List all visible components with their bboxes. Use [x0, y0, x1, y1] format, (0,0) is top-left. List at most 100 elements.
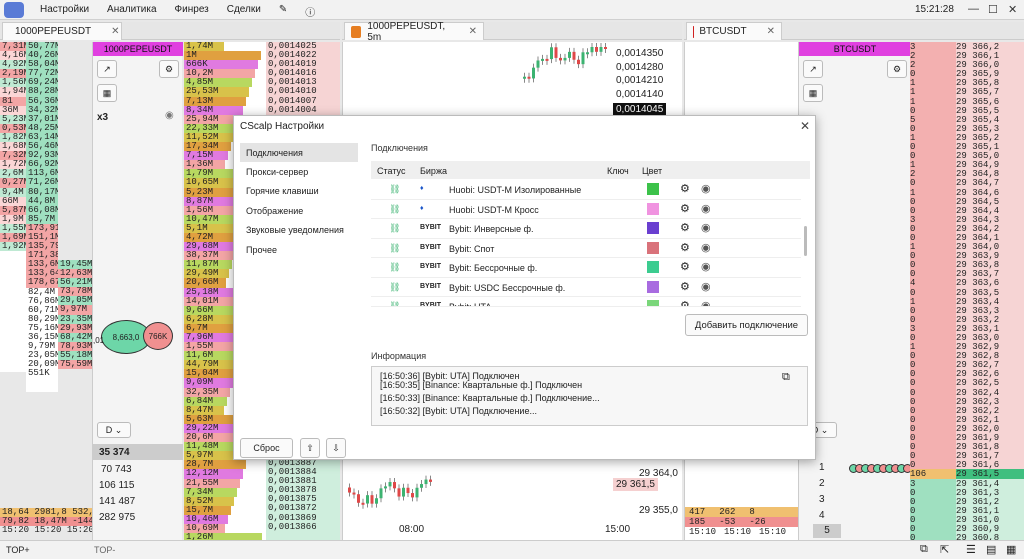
cell: 29 364,4	[956, 205, 1024, 216]
symbol-header: BTCUSDT	[799, 42, 911, 56]
color-swatch[interactable]	[647, 202, 659, 215]
menu-item-settings[interactable]: Настройки	[40, 4, 89, 19]
tab-pepe-5m[interactable]: 1000PEPEUSDT, 5m ✕	[344, 21, 484, 43]
log-line: [16:50:33] [Binance: Квартальные ф.] Под…	[380, 393, 600, 403]
chart-toggle-icon[interactable]: ↗	[803, 60, 823, 78]
level-num[interactable]: 2	[819, 478, 825, 489]
color-swatch[interactable]	[647, 183, 659, 195]
tab-btc[interactable]: BTCUSDT ✕	[686, 22, 782, 40]
connection-row[interactable]: ⛓ BYBIT Bybit: UTA ⚙ ◉	[371, 297, 801, 307]
cell: 0	[910, 269, 956, 279]
tab-pepe[interactable]: 1000PEPEUSDT ✕	[2, 22, 122, 40]
exchange-logo-icon: BYBIT	[420, 282, 441, 290]
volume-row[interactable]: 282 975	[99, 512, 135, 523]
cell: 0	[910, 151, 956, 161]
eye-icon[interactable]: ◉	[701, 280, 711, 293]
export-icon[interactable]: ⇱	[940, 543, 949, 556]
volume-row[interactable]: 141 487	[99, 496, 135, 507]
screenshot-icon[interactable]: ⧉	[920, 543, 928, 556]
color-swatch[interactable]	[647, 222, 659, 234]
connection-row[interactable]: ⛓ ♦ Huobi: USDT-M Изолированные ⚙ ◉	[371, 180, 801, 200]
cell: 29 365,8	[956, 78, 1024, 88]
minimize-icon[interactable]: —	[968, 3, 979, 15]
connection-row[interactable]: ⛓ ♦ Huobi: USDT-M Кросс ⚙ ◉	[371, 200, 801, 219]
nav-sounds[interactable]: Звуковые уведомления	[240, 220, 358, 239]
gear-icon[interactable]: ⚙	[680, 280, 690, 293]
color-swatch[interactable]	[647, 280, 659, 293]
gear-icon[interactable]: ⚙	[680, 241, 690, 254]
menu-item-analytics[interactable]: Аналитика	[107, 4, 157, 19]
top-minus-button[interactable]: TOP-	[94, 545, 115, 555]
close-icon[interactable]: ✕	[800, 119, 810, 133]
nav-connections[interactable]: Подключения	[240, 143, 358, 162]
grid-icon[interactable]: ▦	[97, 84, 117, 102]
cell: 0	[910, 414, 956, 425]
eye-icon[interactable]: ◉	[701, 182, 711, 195]
connection-row[interactable]: ⛓ BYBIT Bybit: Инверсные ф. ⚙ ◉	[371, 219, 801, 239]
upload-icon[interactable]: ⇧	[300, 438, 320, 458]
menu-item-finrez[interactable]: Финрез	[175, 4, 209, 19]
eye-icon[interactable]: ◉	[701, 241, 711, 254]
level-num[interactable]: 4	[819, 510, 825, 521]
cell: 29 365,2	[956, 132, 1024, 143]
candle	[411, 493, 414, 498]
gear-icon[interactable]: ⚙	[680, 182, 690, 195]
eye-icon[interactable]: ◉	[165, 110, 174, 121]
connection-row[interactable]: ⛓ BYBIT Bybit: Спот ⚙ ◉	[371, 239, 801, 258]
color-swatch[interactable]	[647, 261, 659, 273]
layout-icon[interactable]: ▤	[986, 543, 996, 556]
close-icon[interactable]: ✕	[767, 26, 775, 37]
level-num[interactable]: 3	[819, 494, 825, 505]
nav-proxy[interactable]: Прокси-сервер	[240, 162, 358, 181]
list-icon[interactable]: ☰	[966, 543, 976, 556]
volume-row[interactable]: 106 115	[99, 480, 134, 491]
top-plus-button[interactable]: TOP+	[6, 545, 30, 555]
grid-icon[interactable]: ▦	[803, 84, 823, 102]
gear-icon[interactable]: ⚙	[887, 60, 907, 78]
depth-dropdown[interactable]: D ⌄	[97, 422, 131, 438]
eye-icon[interactable]: ◉	[701, 260, 711, 273]
gear-icon[interactable]: ⚙	[680, 221, 690, 234]
nav-hotkeys[interactable]: Горячие клавиши	[240, 181, 358, 200]
level-num[interactable]: 1	[819, 462, 825, 473]
chart-toggle-icon[interactable]: ↗	[97, 60, 117, 78]
scrollbar[interactable]	[804, 226, 807, 256]
eye-icon[interactable]: ◉	[701, 299, 711, 306]
download-icon[interactable]: ⇩	[326, 438, 346, 458]
section-info: Информация	[371, 351, 427, 361]
volume-row[interactable]: 70 743	[101, 464, 132, 475]
gear-icon[interactable]: ⚙	[680, 299, 690, 306]
menu-item-trades[interactable]: Сделки	[227, 4, 261, 19]
copy-icon[interactable]: ⧉	[782, 371, 790, 384]
cell: 551K	[26, 369, 58, 379]
candle	[577, 59, 580, 65]
close-icon[interactable]: ✕	[469, 26, 477, 37]
maximize-icon[interactable]: ☐	[988, 3, 998, 16]
level-num[interactable]: 5	[813, 524, 841, 538]
nav-other[interactable]: Прочее	[240, 240, 358, 259]
cell: 29 364,3	[956, 214, 1024, 225]
eye-icon[interactable]: ◉	[701, 221, 711, 234]
gear-icon[interactable]: ⚙	[680, 202, 690, 215]
cell: 0	[910, 287, 956, 298]
candle	[581, 52, 585, 65]
grid-layout-icon[interactable]: ▦	[1006, 543, 1016, 556]
pin-icon[interactable]: ✎	[279, 4, 287, 19]
close-window-icon[interactable]: ✕	[1008, 3, 1017, 16]
cell: 29 364,6	[956, 187, 1024, 198]
color-swatch[interactable]	[647, 300, 659, 306]
color-swatch[interactable]	[647, 241, 659, 254]
add-connection-button[interactable]: Добавить подключение	[685, 314, 808, 336]
connection-row[interactable]: ⛓ BYBIT Bybit: Бессрочные ф. ⚙ ◉	[371, 258, 801, 278]
help-icon[interactable]: ⓘ	[305, 4, 315, 19]
connection-row[interactable]: ⛓ BYBIT Bybit: USDC Бессрочные ф. ⚙ ◉	[371, 278, 801, 297]
gear-icon[interactable]: ⚙	[159, 60, 179, 78]
reset-button[interactable]: Сброс	[240, 438, 293, 458]
volume-row[interactable]: 35 374	[93, 444, 183, 460]
close-icon[interactable]: ✕	[111, 26, 119, 37]
cell: 29 363,0	[956, 333, 1024, 343]
nav-display[interactable]: Отображение	[240, 201, 358, 220]
eye-icon[interactable]: ◉	[701, 202, 711, 215]
gear-icon[interactable]: ⚙	[680, 260, 690, 273]
status-link-icon: ⛓	[389, 301, 401, 307]
